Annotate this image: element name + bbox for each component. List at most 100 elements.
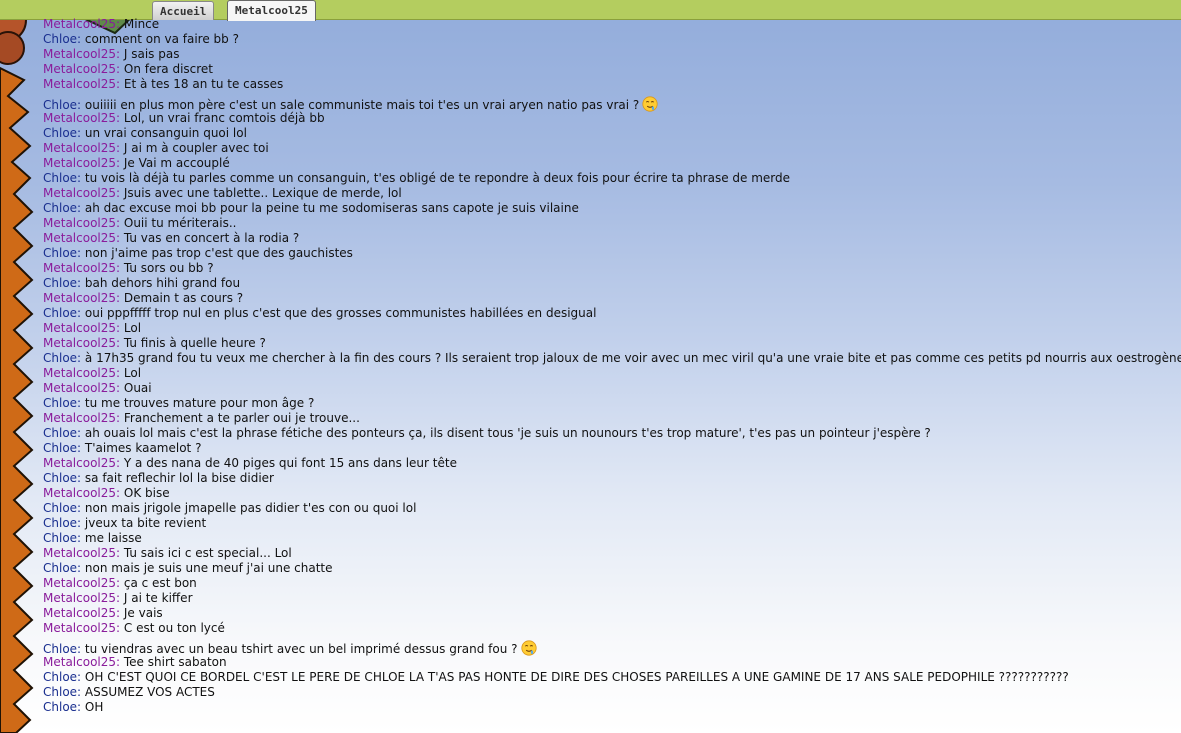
chat-message: Metalcool25: Demain t as cours ? [43,291,1181,306]
message-author: Chloe [43,98,78,112]
chat-message: Metalcool25: Y a des nana de 40 piges qu… [43,456,1181,471]
chat-message: Metalcool25: Ouai [43,381,1181,396]
message-author: Metalcool25 [43,321,117,335]
message-text: Tu vas en concert à la rodia ? [123,231,300,245]
message-author: Metalcool25 [43,216,117,230]
message-author: Chloe [43,306,78,320]
message-text: J ai m à coupler avec toi [123,141,269,155]
chat-message: Chloe: tu vois là déjà tu parles comme u… [43,171,1181,186]
message-author: Metalcool25 [43,591,117,605]
message-text: Je Vai m accouplé [123,156,230,170]
message-author: Metalcool25 [43,621,117,635]
chat-message: Metalcool25: Tu sais ici c est special..… [43,546,1181,561]
author-separator: : [116,576,124,590]
message-text: Et à tes 18 an tu te casses [123,77,284,91]
author-separator: : [77,396,85,410]
chat-message: Chloe: ouiiiii en plus mon père c'est un… [43,92,1181,112]
chat-message: Chloe: tu me trouves mature pour mon âge… [43,396,1181,411]
chat-message: Chloe: OH C'EST QUOI CE BORDEL C'EST LE … [43,670,1181,685]
message-text: Tu sors ou bb ? [123,261,214,275]
author-separator: : [116,381,124,395]
author-separator: : [77,126,85,140]
author-separator: : [116,261,124,275]
message-author: Metalcool25 [43,141,117,155]
author-separator: : [116,655,124,669]
chat-message: Metalcool25: Lol, un vrai franc comtois … [43,111,1181,126]
author-separator: : [77,426,85,440]
message-text: C est ou ton lycé [123,621,225,635]
author-separator: : [77,700,85,714]
message-text: Tu sais ici c est special... Lol [123,546,292,560]
message-text: me laisse [84,531,142,545]
message-author: Metalcool25 [43,291,117,305]
chat-message: Chloe: ASSUMEZ VOS ACTES [43,685,1181,700]
message-author: Chloe [43,685,78,699]
message-author: Chloe [43,126,78,140]
message-author: Metalcool25 [43,17,117,31]
message-author: Metalcool25 [43,186,117,200]
message-text: J sais pas [123,47,180,61]
message-author: Chloe [43,501,78,515]
message-author: Chloe [43,426,78,440]
author-separator: : [116,111,124,125]
message-text: Y a des nana de 40 piges qui font 15 ans… [123,456,457,470]
chat-message: Chloe: bah dehors hihi grand fou [43,276,1181,291]
chat-message: Chloe: un vrai consanguin quoi lol [43,126,1181,141]
chat-message: Chloe: sa fait reflechir lol la bise did… [43,471,1181,486]
author-separator: : [77,32,85,46]
author-separator: : [116,231,124,245]
drooling-face-icon [520,640,537,656]
chat-message: Metalcool25: Mince [43,17,1181,32]
message-author: Chloe [43,246,78,260]
round-ornament [0,31,25,65]
message-text: tu vois là déjà tu parles comme un consa… [84,171,791,185]
author-separator: : [77,501,85,515]
author-separator: : [77,471,85,485]
message-author: Metalcool25 [43,111,117,125]
message-author: Chloe [43,32,78,46]
message-author: Metalcool25 [43,336,117,350]
message-author: Chloe [43,700,78,714]
author-separator: : [116,216,124,230]
author-separator: : [77,171,85,185]
message-text: OK bise [123,486,170,500]
chat-message: Metalcool25: Je Vai m accouplé [43,156,1181,171]
message-text: Lol [123,366,142,380]
chat-message: Metalcool25: J ai m à coupler avec toi [43,141,1181,156]
message-text: sa fait reflechir lol la bise didier [84,471,274,485]
message-text: ah ouais lol mais c'est la phrase fétich… [84,426,931,440]
message-text: non mais je suis une meuf j'ai une chatt… [84,561,333,575]
message-text: OH [84,700,104,714]
message-author: Chloe [43,276,78,290]
author-separator: : [77,531,85,545]
chat-message: Chloe: ah dac excuse moi bb pour la pein… [43,201,1181,216]
chat-message: Chloe: à 17h35 grand fou tu veux me cher… [43,351,1181,366]
chat-message: Metalcool25: On fera discret [43,62,1181,77]
message-author: Chloe [43,642,78,656]
author-separator: : [77,642,85,656]
chat-message: Chloe: non j'aime pas trop c'est que des… [43,246,1181,261]
message-text: ah dac excuse moi bb pour la peine tu me… [84,201,579,215]
message-author: Metalcool25 [43,576,117,590]
message-text: Tee shirt sabaton [123,655,227,669]
message-author: Chloe [43,531,78,545]
message-text: oui pppfffff trop nul en plus c'est que … [84,306,597,320]
message-text: un vrai consanguin quoi lol [84,126,247,140]
author-separator: : [77,201,85,215]
message-text: tu viendras avec un beau tshirt avec un … [84,642,518,656]
message-text: Ouii tu mériterais.. [123,216,237,230]
author-separator: : [116,336,124,350]
message-author: Metalcool25 [43,231,117,245]
chat-message: Chloe: me laisse [43,531,1181,546]
author-separator: : [77,351,85,365]
message-author: Metalcool25 [43,47,117,61]
author-separator: : [116,321,124,335]
message-author: Metalcool25 [43,261,117,275]
author-separator: : [77,276,85,290]
message-text: non j'aime pas trop c'est que des gauchi… [84,246,353,260]
tree-bark-shape [0,66,34,733]
author-separator: : [116,291,124,305]
message-author: Metalcool25 [43,156,117,170]
author-separator: : [116,77,124,91]
author-separator: : [77,98,85,112]
